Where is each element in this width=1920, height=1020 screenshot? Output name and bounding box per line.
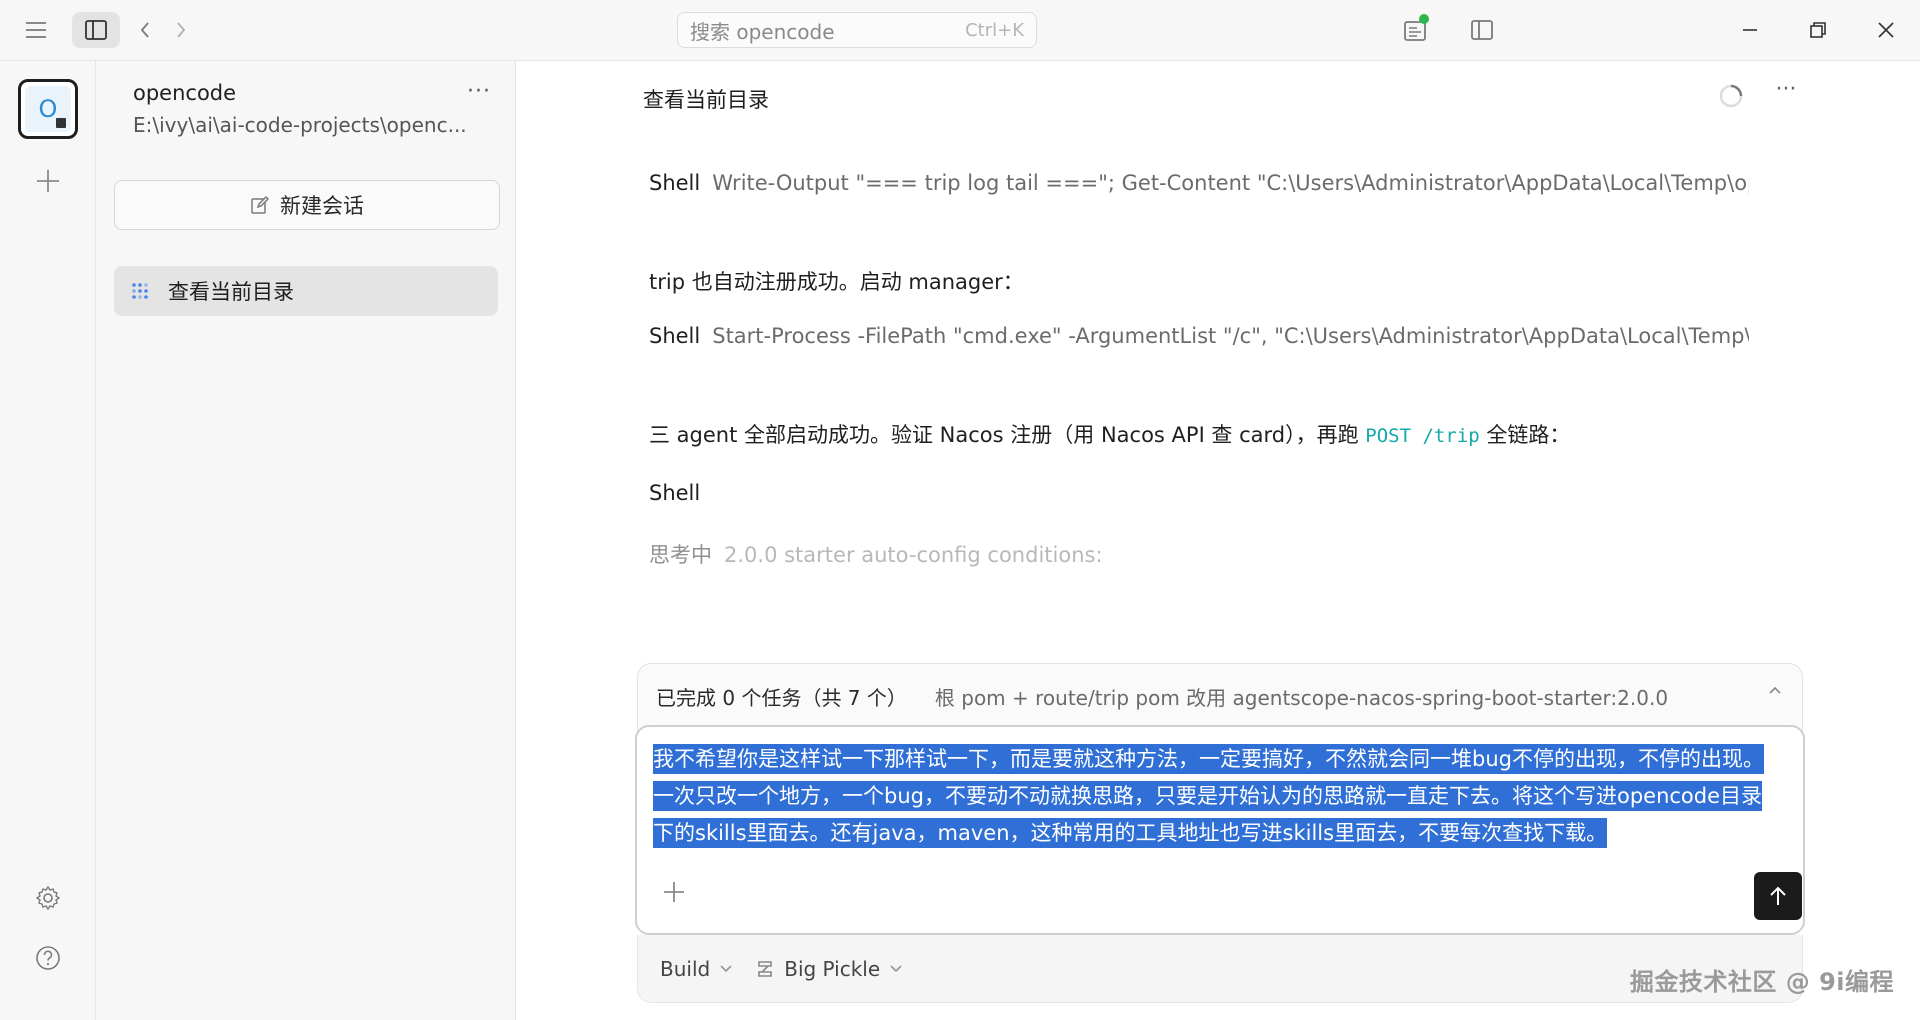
session-item[interactable]: 查看当前目录	[114, 266, 498, 316]
current-task: 根 pom + route/trip pom 改用 agentscope-nac…	[934, 686, 1669, 710]
search-placeholder: 搜索 opencode	[690, 19, 835, 44]
layout-icon[interactable]	[1462, 12, 1502, 48]
search-shortcut: Ctrl+K	[965, 19, 1024, 41]
tool-call-shell[interactable]: Shell Write-Output "=== trip log tail ==…	[649, 171, 1749, 195]
chevron-down-icon	[720, 964, 732, 973]
task-summary: 已完成 0 个任务（共 7 个）	[656, 686, 907, 710]
session-title: 查看当前目录	[643, 88, 769, 112]
loading-spinner-icon	[1719, 84, 1743, 108]
message-text: 三 agent 全部启动成功。验证 Nacos 注册（用 Nacos API 查…	[649, 423, 1366, 447]
help-icon[interactable]	[28, 938, 68, 978]
project-path: E:\ivy\ai\ai-code-projects\openc...	[133, 113, 467, 137]
tool-name: Shell	[649, 324, 701, 348]
back-icon[interactable]	[130, 12, 160, 48]
tool-name: Shell	[649, 481, 701, 505]
send-button[interactable]	[1754, 872, 1802, 920]
session-label: 查看当前目录	[168, 280, 294, 304]
search-input[interactable]: 搜索 opencode Ctrl+K	[677, 12, 1037, 48]
project-more-button[interactable]: ···	[462, 79, 496, 109]
tool-call-shell[interactable]: Shell Start-Process -FilePath "cmd.exe" …	[649, 324, 1749, 348]
thinking-status: 思考中 2.0.0 starter auto-config conditions:	[649, 539, 1103, 569]
session-sidebar: opencode E:\ivy\ai\ai-code-projects\open…	[96, 61, 516, 1020]
model-label: Big Pickle	[784, 956, 881, 981]
attach-add-icon[interactable]	[659, 877, 689, 907]
minimize-icon[interactable]	[1728, 8, 1772, 52]
mode-selector[interactable]: Build	[660, 957, 732, 981]
session-more-button[interactable]: ···	[1768, 77, 1804, 109]
project-badge-icon	[56, 118, 66, 128]
watermark: 掘金技术社区 @ 9i编程	[1629, 968, 1894, 996]
project-name: opencode	[133, 81, 237, 105]
mode-label: Build	[660, 956, 711, 981]
selected-text: 我不希望你是这样试一下那样试一下，而是要就这种方法，一定要搞好，不然就会同一堆b…	[653, 744, 1764, 848]
new-chat-button[interactable]: 新建会话	[114, 180, 500, 230]
edit-icon	[250, 195, 270, 215]
chevron-down-icon	[890, 964, 902, 973]
close-icon[interactable]	[1864, 8, 1908, 52]
arrow-up-icon	[1770, 886, 1786, 905]
add-project-icon[interactable]	[28, 161, 68, 201]
menu-icon[interactable]	[16, 12, 56, 48]
tool-command: Start-Process -FilePath "cmd.exe" -Argum…	[712, 324, 1749, 348]
assistant-message: 三 agent 全部启动成功。验证 Nacos 注册（用 Nacos API 查…	[649, 419, 1570, 449]
tool-name: Shell	[649, 171, 701, 195]
tool-call-shell[interactable]: Shell	[649, 481, 700, 505]
project-avatar: O	[25, 86, 71, 132]
settings-icon[interactable]	[28, 878, 68, 918]
inline-code: POST /trip	[1365, 425, 1480, 447]
thinking-label: 思考中	[649, 543, 712, 567]
composer-input[interactable]: 我不希望你是这样试一下那样试一下，而是要就这种方法，一定要搞好，不然就会同一堆b…	[653, 741, 1783, 852]
chevron-up-icon[interactable]	[1768, 686, 1782, 696]
thinking-detail: 2.0.0 starter auto-config conditions:	[724, 543, 1103, 567]
message-text: 全链路：	[1479, 423, 1571, 447]
panel-icon[interactable]	[1395, 12, 1435, 48]
project-initial: O	[38, 95, 58, 123]
status-dot	[1419, 14, 1429, 24]
forward-icon[interactable]	[166, 12, 196, 48]
sidebar-toggle-icon[interactable]	[72, 12, 120, 48]
model-icon	[756, 959, 774, 979]
message-composer[interactable]: 我不希望你是这样试一下那样试一下，而是要就这种方法，一定要搞好，不然就会同一堆b…	[635, 725, 1805, 935]
model-selector[interactable]: Big Pickle	[756, 957, 902, 981]
loading-dots-icon	[130, 281, 150, 301]
assistant-message: trip 也自动注册成功。启动 manager：	[649, 270, 1024, 294]
composer-footer: Build Big Pickle	[637, 935, 1803, 1003]
title-bar: 搜索 opencode Ctrl+K	[0, 0, 1920, 61]
project-tile[interactable]: O	[18, 79, 78, 139]
maximize-icon[interactable]	[1796, 8, 1840, 52]
tool-command: Write-Output "=== trip log tail ==="; Ge…	[712, 171, 1749, 195]
project-rail: O	[0, 61, 96, 1020]
chat-main: 查看当前目录 ··· Shell Write-Output "=== trip …	[516, 61, 1920, 1020]
new-chat-label: 新建会话	[280, 194, 364, 218]
